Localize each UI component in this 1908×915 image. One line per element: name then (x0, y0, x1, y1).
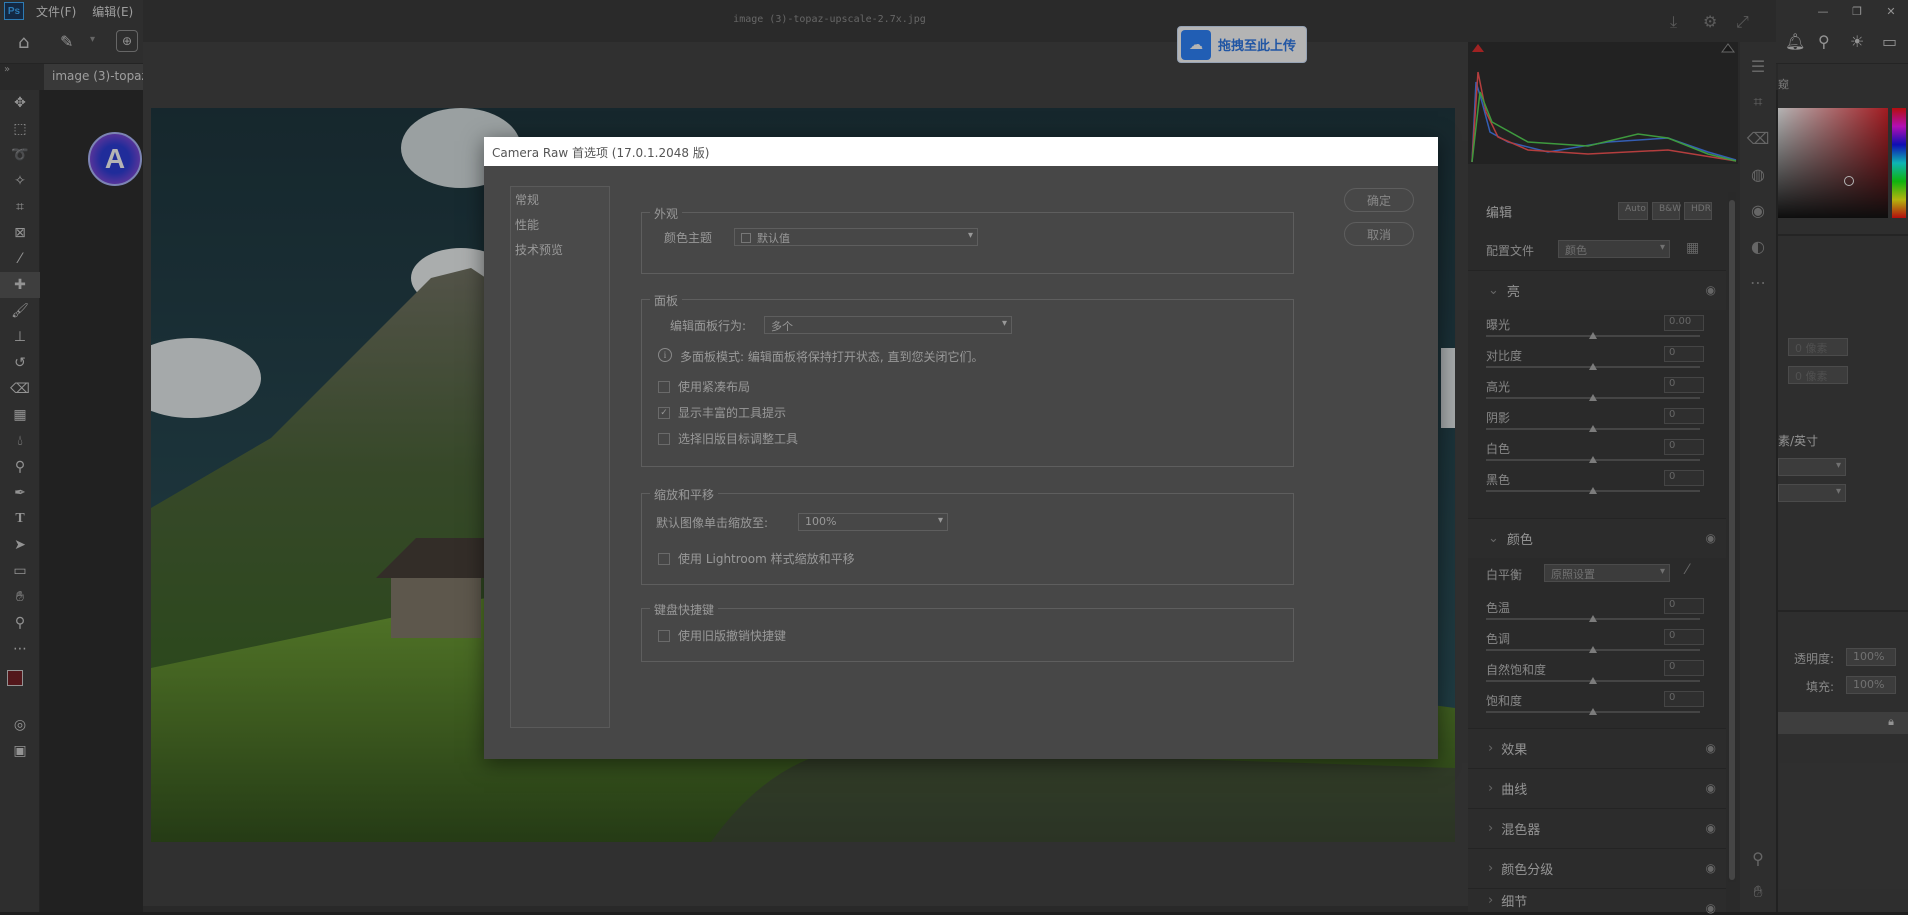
nav-general[interactable]: 常规 (511, 187, 609, 212)
checkbox-box[interactable] (658, 552, 670, 565)
theme-label: 颜色主题 (664, 231, 713, 245)
chevron-down-icon: ▾ (937, 515, 943, 526)
checkbox-box[interactable] (658, 380, 670, 393)
compact-layout-label: 使用紧凑布局 (678, 380, 751, 394)
legacy-tat-checkbox[interactable]: 选择旧版目标调整工具 (658, 430, 798, 447)
checkbox-box[interactable] (658, 432, 670, 445)
dialog-nav: 常规 性能 技术预览 (510, 186, 610, 728)
zoom-pan-group: 缩放和平移 默认图像单击缩放至: 100% ▾ 使用 Lightroom 样式缩放… (641, 486, 1294, 585)
shortcuts-title: 键盘快捷键 (650, 601, 719, 618)
rich-tooltips-label: 显示丰富的工具提示 (678, 406, 787, 420)
theme-value: 默认值 (757, 232, 790, 245)
legacy-tat-label: 选择旧版目标调整工具 (678, 432, 799, 446)
legacy-undo-checkbox[interactable]: 使用旧版撤销快捷键 (658, 627, 786, 644)
panels-title: 面板 (650, 292, 683, 309)
info-icon: i (658, 348, 672, 362)
panels-group: 面板 编辑面板行为: 多个 ▾ i 多面板模式: 编辑面板将保持打开状态, 直到您… (641, 292, 1294, 467)
chevron-down-icon: ▾ (1001, 318, 1007, 329)
appearance-group: 外观 颜色主题 默认值 ▾ (641, 205, 1294, 274)
default-zoom-select[interactable]: 100% ▾ (798, 513, 948, 531)
nav-performance[interactable]: 性能 (511, 212, 609, 237)
panel-behavior-value: 多个 (771, 320, 793, 333)
theme-swatch (741, 233, 751, 243)
shortcuts-group: 键盘快捷键 使用旧版撤销快捷键 (641, 601, 1294, 662)
default-zoom-label: 默认图像单击缩放至: (656, 516, 769, 530)
checkbox-checked-icon[interactable]: ✓ (658, 406, 670, 419)
cancel-button[interactable]: 取消 (1344, 222, 1414, 246)
appearance-title: 外观 (650, 205, 683, 222)
nav-tech-preview[interactable]: 技术预览 (511, 237, 609, 262)
default-zoom-value: 100% (805, 515, 837, 528)
panel-behavior-select[interactable]: 多个 ▾ (764, 316, 1012, 334)
theme-select[interactable]: 默认值 ▾ (734, 228, 978, 246)
zoom-pan-title: 缩放和平移 (650, 486, 719, 503)
rich-tooltips-checkbox[interactable]: ✓ 显示丰富的工具提示 (658, 404, 786, 421)
panel-mode-info: 多面板模式: 编辑面板将保持打开状态, 直到您关闭它们。 (680, 350, 984, 364)
lightroom-zoom-label: 使用 Lightroom 样式缩放和平移 (678, 552, 855, 566)
panel-behavior-label: 编辑面板行为: (670, 319, 747, 333)
ok-button[interactable]: 确定 (1344, 188, 1414, 212)
lightroom-zoom-checkbox[interactable]: 使用 Lightroom 样式缩放和平移 (658, 550, 855, 567)
dialog-title: Camera Raw 首选项 (17.0.1.2048 版) (484, 137, 1438, 166)
compact-layout-checkbox[interactable]: 使用紧凑布局 (658, 378, 750, 395)
preferences-dialog: Camera Raw 首选项 (17.0.1.2048 版) 常规 性能 技术预… (484, 137, 1438, 759)
checkbox-box[interactable] (658, 629, 670, 642)
chevron-down-icon: ▾ (967, 230, 973, 241)
legacy-undo-label: 使用旧版撤销快捷键 (678, 629, 787, 643)
